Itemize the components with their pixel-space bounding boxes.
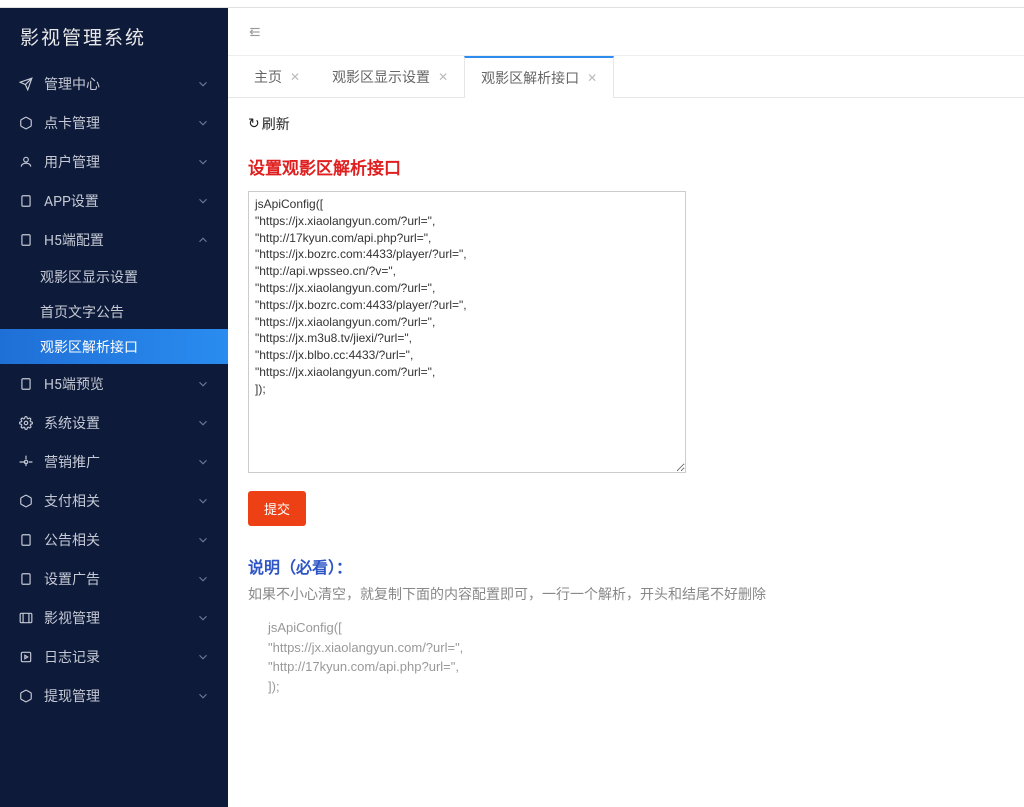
close-icon[interactable]: ✕ bbox=[438, 70, 448, 84]
section-title: 设置观影区解析接口 bbox=[248, 154, 1004, 179]
tab-label: 观影区解析接口 bbox=[481, 68, 579, 88]
chevron-down-icon bbox=[196, 689, 210, 703]
tab-label: 主页 bbox=[254, 67, 282, 87]
note-title: 说明（必看）： bbox=[248, 554, 1004, 578]
tablet-icon bbox=[18, 571, 34, 587]
film-icon bbox=[18, 610, 34, 626]
chevron-down-icon bbox=[196, 416, 210, 430]
menu-label: H5端配置 bbox=[44, 230, 104, 250]
submenu-label: 观影区解析接口 bbox=[40, 337, 138, 357]
tablet-icon bbox=[18, 193, 34, 209]
menu-label: H5端预览 bbox=[44, 374, 104, 394]
sidebar-item-system-settings[interactable]: 系统设置 bbox=[0, 403, 228, 442]
chevron-down-icon bbox=[196, 77, 210, 91]
sidebar-item-ads[interactable]: 设置广告 bbox=[0, 559, 228, 598]
sidebar-item-app-settings[interactable]: APP设置 bbox=[0, 181, 228, 220]
sidebar-item-management-center[interactable]: 管理中心 bbox=[0, 64, 228, 103]
app-title: 影视管理系统 bbox=[0, 8, 228, 64]
menu-label: 点卡管理 bbox=[44, 113, 100, 133]
tablet-icon bbox=[18, 532, 34, 548]
sidebar-item-marketing[interactable]: 营销推广 bbox=[0, 442, 228, 481]
menu-label: 营销推广 bbox=[44, 452, 100, 472]
chevron-down-icon bbox=[196, 572, 210, 586]
chevron-down-icon bbox=[196, 194, 210, 208]
chevron-down-icon bbox=[196, 377, 210, 391]
close-icon[interactable]: ✕ bbox=[587, 71, 597, 85]
menu-label: 管理中心 bbox=[44, 74, 100, 94]
tab-label: 观影区显示设置 bbox=[332, 67, 430, 87]
example-code: jsApiConfig([ "https://jx.xiaolangyun.co… bbox=[248, 618, 1004, 696]
chevron-up-icon bbox=[196, 233, 210, 247]
menu-label: 支付相关 bbox=[44, 491, 100, 511]
sidebar-item-h5-config[interactable]: H5端配置 bbox=[0, 220, 228, 259]
menu-label: 用户管理 bbox=[44, 152, 100, 172]
note-text: 如果不小心清空，就复制下面的内容配置即可，一行一个解析，开头和结尾不好删除 bbox=[248, 584, 1004, 604]
user-icon bbox=[18, 154, 34, 170]
chevron-down-icon bbox=[196, 116, 210, 130]
menu-label: 系统设置 bbox=[44, 413, 100, 433]
submenu-label: 观影区显示设置 bbox=[40, 267, 138, 287]
sidebar-item-user-management[interactable]: 用户管理 bbox=[0, 142, 228, 181]
paper-plane-icon bbox=[18, 76, 34, 92]
sidebar-collapse-toggle[interactable] bbox=[228, 8, 1024, 56]
tab-home[interactable]: 主页 ✕ bbox=[238, 56, 316, 97]
play-icon bbox=[18, 649, 34, 665]
sidebar-item-card-management[interactable]: 点卡管理 bbox=[0, 103, 228, 142]
menu-label: 设置广告 bbox=[44, 569, 100, 589]
main-area: 主页 ✕ 观影区显示设置 ✕ 观影区解析接口 ✕ ↻ 刷新 设置观影区解析接口 … bbox=[228, 8, 1024, 807]
chevron-down-icon bbox=[196, 455, 210, 469]
menu-label: 公告相关 bbox=[44, 530, 100, 550]
sidebar-item-payment[interactable]: 支付相关 bbox=[0, 481, 228, 520]
menu-label: 日志记录 bbox=[44, 647, 100, 667]
chevron-down-icon bbox=[196, 494, 210, 508]
submenu-display-settings[interactable]: 观影区显示设置 bbox=[0, 259, 228, 294]
gear-icon bbox=[18, 454, 34, 470]
tabs-bar: 主页 ✕ 观影区显示设置 ✕ 观影区解析接口 ✕ bbox=[228, 56, 1024, 98]
gear-icon bbox=[18, 415, 34, 431]
config-textarea[interactable] bbox=[248, 191, 686, 473]
sidebar-item-withdraw[interactable]: 提现管理 bbox=[0, 676, 228, 715]
close-icon[interactable]: ✕ bbox=[290, 70, 300, 84]
content-area: ↻ 刷新 设置观影区解析接口 提交 说明（必看）： 如果不小心清空，就复制下面的… bbox=[228, 98, 1024, 807]
refresh-button[interactable]: ↻ 刷新 bbox=[248, 114, 290, 134]
tab-display-settings[interactable]: 观影区显示设置 ✕ bbox=[316, 56, 464, 97]
menu-label: 提现管理 bbox=[44, 686, 100, 706]
chevron-down-icon bbox=[196, 650, 210, 664]
cube-icon bbox=[18, 115, 34, 131]
tab-parse-api[interactable]: 观影区解析接口 ✕ bbox=[464, 56, 614, 98]
menu-label: 影视管理 bbox=[44, 608, 100, 628]
sidebar-item-notice[interactable]: 公告相关 bbox=[0, 520, 228, 559]
chevron-down-icon bbox=[196, 611, 210, 625]
submenu-label: 首页文字公告 bbox=[40, 302, 124, 322]
sidebar-item-video-management[interactable]: 影视管理 bbox=[0, 598, 228, 637]
chevron-down-icon bbox=[196, 155, 210, 169]
tablet-icon bbox=[18, 232, 34, 248]
cube-icon bbox=[18, 493, 34, 509]
chevron-down-icon bbox=[196, 533, 210, 547]
submenu-homepage-notice[interactable]: 首页文字公告 bbox=[0, 294, 228, 329]
sidebar: 影视管理系统 管理中心 点卡管理 用户管理 APP设置 H5端配置 bbox=[0, 8, 228, 807]
submenu-parse-api[interactable]: 观影区解析接口 bbox=[0, 329, 228, 364]
sidebar-item-h5-preview[interactable]: H5端预览 bbox=[0, 364, 228, 403]
code-line: jsApiConfig([ bbox=[268, 618, 1004, 638]
refresh-icon: ↻ bbox=[248, 116, 260, 132]
cube-icon bbox=[18, 688, 34, 704]
menu-label: APP设置 bbox=[44, 191, 99, 211]
tablet-icon bbox=[18, 376, 34, 392]
sidebar-item-logs[interactable]: 日志记录 bbox=[0, 637, 228, 676]
code-line: ]); bbox=[268, 677, 1004, 697]
refresh-label: 刷新 bbox=[262, 114, 290, 134]
code-line: "https://jx.xiaolangyun.com/?url=", bbox=[268, 638, 1004, 658]
submit-button[interactable]: 提交 bbox=[248, 491, 306, 526]
code-line: "http://17kyun.com/api.php?url=", bbox=[268, 657, 1004, 677]
